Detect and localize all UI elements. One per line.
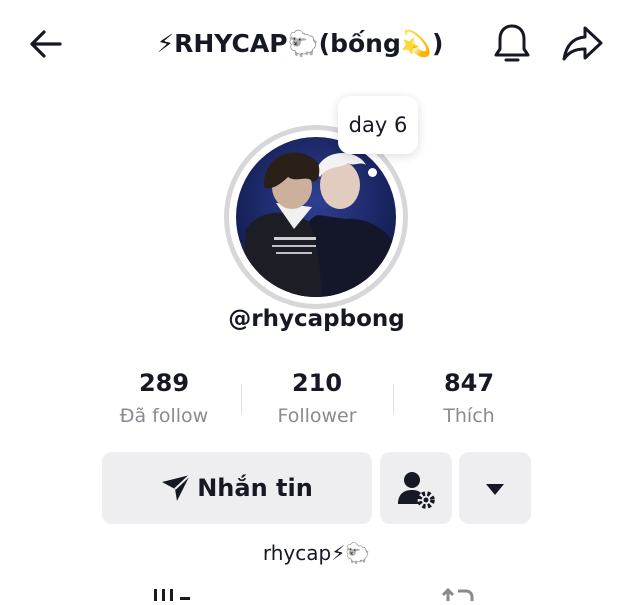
stat-likes[interactable]: 847 Thích [399,368,539,430]
bell-icon[interactable] [492,22,532,66]
stat-likes-value: 847 [443,369,495,397]
username: @rhycapbong [228,306,405,332]
stat-followers-value: 210 [291,369,343,397]
stat-divider [393,384,394,414]
message-button-label: Nhắn tin [197,474,313,502]
repost-tab-icon[interactable] [440,585,480,601]
note-bubble[interactable]: day 6 [338,96,418,154]
stat-followers-label: Follower [277,405,357,427]
send-icon [162,474,191,501]
add-friend-icon [398,472,435,509]
stat-followers[interactable]: 210 Follower [247,368,387,430]
avatar[interactable] [236,137,396,297]
dropdown-arrow-icon [486,484,504,495]
stat-likes-label: Thích [443,405,495,427]
more-options-button[interactable] [459,452,531,524]
stat-following-label: Đã follow [119,405,209,427]
stat-following[interactable]: 289 Đã follow [94,368,234,430]
message-button[interactable]: Nhắn tin [102,452,372,524]
bio-text: rhycap⚡🐑 [262,541,371,565]
page-title: ⚡RHYCAP🐑(bống💫) [156,29,444,58]
share-icon[interactable] [560,24,604,64]
stat-divider [241,384,242,414]
add-friend-button[interactable] [380,452,452,524]
note-bubble-tail [368,168,377,177]
back-arrow-icon[interactable] [26,24,66,64]
top-bar: ⚡RHYCAP🐑(bống💫) [0,0,633,88]
stat-following-value: 289 [138,369,190,397]
videos-tab-icon[interactable] [150,585,202,601]
